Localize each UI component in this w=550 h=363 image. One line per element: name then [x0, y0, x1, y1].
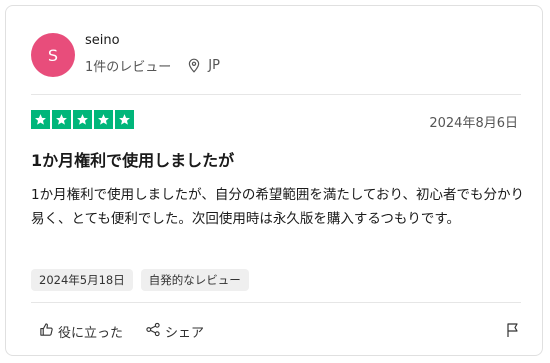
star-icon [115, 110, 134, 129]
helpful-button[interactable]: 役に立った [39, 322, 123, 341]
star-rating [31, 110, 134, 129]
location-pin-icon [187, 58, 201, 73]
share-icon [145, 322, 161, 341]
reviewer-name[interactable]: seino [85, 33, 120, 48]
avatar[interactable]: S [31, 33, 75, 77]
review-tags: 2024年5月18日 自発的なレビュー [31, 269, 249, 291]
review-body: 1か月権利で使用しましたが、自分の希望範囲を満たしており、初心者でも分かり易く、… [31, 187, 524, 227]
country-code: JP [208, 58, 220, 73]
review-card: S seino 1件のレビュー JP 2024年8月6日 1か月権利で使用しまし… [5, 5, 543, 356]
divider [31, 94, 521, 95]
divider [31, 302, 521, 303]
flag-icon[interactable] [506, 322, 520, 342]
review-actions: 役に立った シェア [39, 322, 204, 341]
unprompted-review-tag: 自発的なレビュー [140, 269, 249, 291]
star-icon [52, 110, 71, 129]
avatar-letter: S [47, 45, 59, 65]
star-icon [31, 110, 50, 129]
review-title: 1か月権利で使用しましたが [31, 151, 235, 170]
review-date: 2024年8月6日 [429, 116, 518, 131]
share-button[interactable]: シェア [145, 322, 204, 341]
helpful-label: 役に立った [58, 326, 124, 341]
share-label: シェア [165, 326, 205, 341]
reviewer-meta: 1件のレビュー JP [85, 56, 220, 75]
review-count: 1件のレビュー [85, 60, 172, 75]
star-icon [73, 110, 92, 129]
star-icon [94, 110, 113, 129]
experience-date-tag: 2024年5月18日 [31, 269, 133, 291]
thumbs-up-icon [39, 322, 54, 341]
